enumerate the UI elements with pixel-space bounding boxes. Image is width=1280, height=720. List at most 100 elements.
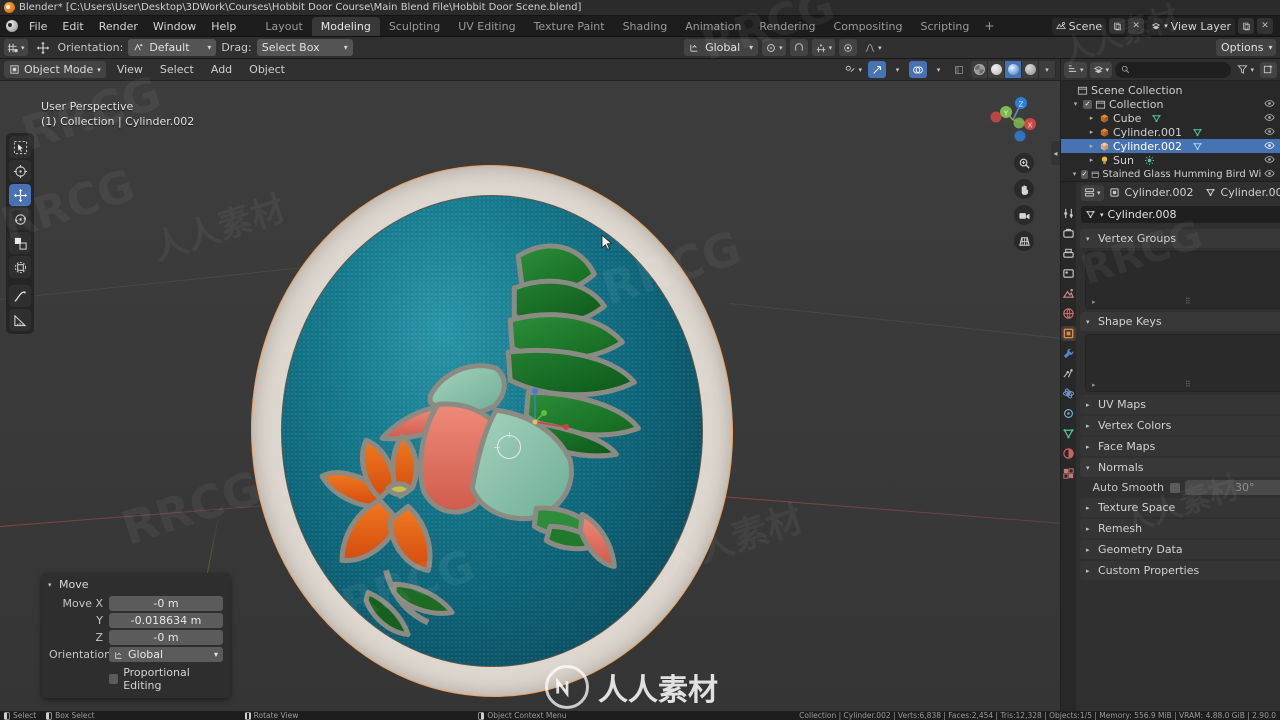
shading-settings-dropdown[interactable]: ▾: [1039, 61, 1056, 78]
move-tool[interactable]: [9, 184, 31, 206]
proportional-editing-checkbox[interactable]: [109, 674, 119, 684]
move-y-value[interactable]: -0.018634 m: [109, 613, 223, 628]
vertex-groups-list[interactable]: ▸ ⠿: [1085, 251, 1280, 309]
tab-world-properties[interactable]: [1061, 306, 1076, 321]
menu-render[interactable]: Render: [92, 18, 145, 35]
properties-editor-type-button[interactable]: ▾: [1081, 184, 1104, 201]
expand-icon[interactable]: ▸: [1092, 381, 1096, 389]
resize-grip-icon[interactable]: ⠿: [1185, 297, 1192, 306]
tab-output-properties[interactable]: [1061, 246, 1076, 261]
properties-editor[interactable]: ▾ Cylinder.002 Cylinder.008 ▾ Cylind: [1060, 181, 1280, 711]
operator-proportional-editing-row[interactable]: Proportional Editing: [42, 664, 230, 692]
viewport-canvas[interactable]: User Perspective (1) Collection | Cylind…: [0, 65, 1060, 711]
viewport-menu-object[interactable]: Object: [243, 61, 291, 78]
new-scene-button[interactable]: [1109, 18, 1126, 34]
menu-help[interactable]: Help: [204, 18, 243, 35]
disclosure-triangle-icon[interactable]: ▸: [1087, 114, 1096, 122]
outliner-row-cylinder-002[interactable]: ▸ Cylinder.002: [1061, 139, 1280, 153]
mesh-datablock-field[interactable]: ▾ Cylinder.008: [1081, 206, 1280, 223]
tab-tool-properties[interactable]: [1061, 206, 1076, 221]
tab-scene-properties[interactable]: [1061, 286, 1076, 301]
tab-sculpting[interactable]: Sculpting: [380, 17, 449, 36]
tab-object-properties[interactable]: [1061, 326, 1076, 341]
section-uv-maps[interactable]: ▸ UV Maps ⠿: [1080, 395, 1280, 414]
transform-tool[interactable]: [9, 256, 31, 278]
gizmo-toggle-button[interactable]: [868, 61, 886, 78]
tab-compositing[interactable]: Compositing: [825, 17, 912, 36]
auto-smooth-angle-value[interactable]: 30°: [1185, 480, 1280, 495]
outliner-row-scene-collection[interactable]: Scene Collection: [1061, 83, 1280, 97]
disclosure-triangle-icon[interactable]: ▸: [1087, 156, 1096, 164]
pan-view-button[interactable]: [1014, 179, 1034, 199]
visibility-dropdown[interactable]: ▾: [841, 61, 865, 78]
menu-edit[interactable]: Edit: [55, 18, 90, 35]
section-normals[interactable]: ▾ Normals ⠿: [1080, 458, 1280, 477]
delete-scene-button[interactable]: ✕: [1128, 18, 1145, 34]
collection-checkbox[interactable]: ✓: [1083, 99, 1092, 109]
breadcrumb-object-name[interactable]: Cylinder.002: [1125, 186, 1194, 199]
visibility-eye-icon[interactable]: [1264, 98, 1275, 111]
tab-render-properties[interactable]: [1061, 226, 1076, 241]
move-z-value[interactable]: -0 m: [109, 630, 223, 645]
move-x-value[interactable]: -0 m: [109, 596, 223, 611]
tab-modifier-properties[interactable]: [1061, 346, 1076, 361]
viewport-menu-add[interactable]: Add: [205, 61, 238, 78]
outliner-display-mode-dropdown[interactable]: ▾: [1089, 61, 1113, 78]
auto-smooth-checkbox[interactable]: [1170, 482, 1180, 493]
blender-menu-icon[interactable]: [3, 18, 21, 35]
outliner-row-collection[interactable]: ▾ ✓ Collection: [1061, 97, 1280, 111]
section-custom-properties[interactable]: ▸ Custom Properties ⠿: [1080, 561, 1280, 580]
tab-scripting[interactable]: Scripting: [911, 17, 978, 36]
outliner-row-svg-collection[interactable]: ▾ ✓ Stained Glass Humming Bird Window.sv…: [1061, 167, 1280, 181]
menu-window[interactable]: Window: [146, 18, 203, 35]
stained-glass-window-object[interactable]: [242, 157, 742, 705]
xray-toggle-button[interactable]: [950, 61, 968, 78]
outliner-tree[interactable]: Scene Collection ▾ ✓ Collection ▸ Cube ▸…: [1061, 81, 1280, 181]
tab-constraint-properties[interactable]: [1061, 406, 1076, 421]
tab-shading[interactable]: Shading: [614, 17, 677, 36]
measure-tool[interactable]: [9, 309, 31, 331]
scale-tool[interactable]: [9, 232, 31, 254]
tab-texture-paint[interactable]: Texture Paint: [525, 17, 614, 36]
section-texture-space[interactable]: ▸ Texture Space ⠿: [1080, 498, 1280, 517]
gizmo-settings-dropdown[interactable]: ▾: [889, 61, 906, 78]
viewport-menu-view[interactable]: View: [111, 61, 149, 78]
disclosure-triangle-icon[interactable]: ▾: [1071, 100, 1080, 108]
overlays-settings-dropdown[interactable]: ▾: [930, 61, 947, 78]
toggle-perspective-button[interactable]: [1014, 231, 1034, 251]
operator-panel-move[interactable]: ▾ Move Move X -0 m Y -0.018634 m Z -0 m: [42, 573, 230, 698]
section-geometry-data[interactable]: ▸ Geometry Data ⠿: [1080, 540, 1280, 559]
proportional-editing-toggle[interactable]: [839, 39, 858, 56]
drag-dropdown[interactable]: Select Box ▾: [256, 39, 353, 56]
shading-wireframe-button[interactable]: [971, 61, 988, 78]
rotate-tool[interactable]: [9, 208, 31, 230]
viewport-sidebar-toggle[interactable]: ◂: [1051, 141, 1060, 165]
outliner-editor-type-button[interactable]: ▾: [1064, 61, 1087, 78]
overlays-toggle-button[interactable]: [909, 61, 927, 78]
section-face-maps[interactable]: ▸ Face Maps ⠿: [1080, 437, 1280, 456]
tab-layout[interactable]: Layout: [256, 17, 311, 36]
snap-settings-dropdown[interactable]: ▾: [811, 39, 836, 56]
shape-keys-list[interactable]: ▸ ⠿: [1085, 334, 1280, 392]
visibility-eye-icon[interactable]: [1264, 126, 1275, 139]
options-dropdown[interactable]: Options ▾: [1215, 39, 1276, 56]
collection-checkbox[interactable]: ✓: [1080, 169, 1088, 179]
shading-material-preview-button[interactable]: [1005, 61, 1022, 78]
snap-toggle-button[interactable]: [789, 39, 808, 56]
visibility-eye-icon[interactable]: [1264, 154, 1275, 167]
section-shape-keys[interactable]: ▾ Shape Keys ⠿: [1080, 312, 1280, 331]
transform-orientation-dropdown[interactable]: Global ▾: [684, 39, 759, 56]
section-vertex-groups[interactable]: ▾ Vertex Groups ⠿: [1080, 229, 1280, 248]
zoom-view-button[interactable]: [1014, 153, 1034, 173]
proportional-falloff-dropdown[interactable]: ▾: [861, 39, 885, 56]
breadcrumb-data-name[interactable]: Cylinder.008: [1221, 186, 1280, 199]
visibility-eye-icon[interactable]: [1264, 140, 1275, 153]
move-tool-icon[interactable]: [33, 39, 53, 56]
disclosure-triangle-icon[interactable]: ▸: [1087, 128, 1096, 136]
tab-view-layer-properties[interactable]: [1061, 266, 1076, 281]
3d-viewport[interactable]: Object Mode ▾ View Select Add Object ▾ ▾: [0, 59, 1060, 711]
tab-rendering[interactable]: Rendering: [750, 17, 824, 36]
shading-solid-button[interactable]: [988, 61, 1005, 78]
expand-icon[interactable]: ▸: [1092, 298, 1096, 306]
outliner-row-sun[interactable]: ▸ Sun: [1061, 153, 1280, 167]
